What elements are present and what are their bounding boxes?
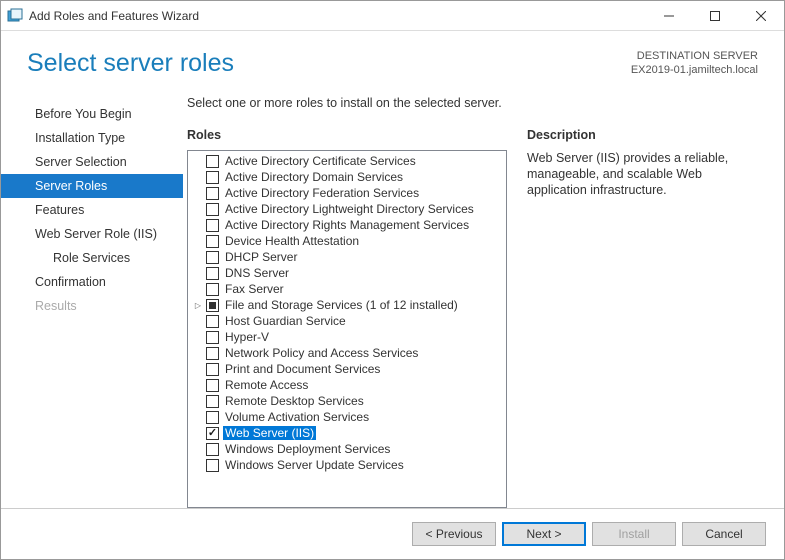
titlebar: Add Roles and Features Wizard (1, 1, 784, 31)
role-checkbox[interactable] (206, 171, 219, 184)
destination-value: EX2019-01.jamiltech.local (631, 63, 758, 77)
role-label: DNS Server (223, 266, 291, 280)
role-row[interactable]: Active Directory Federation Services (192, 185, 506, 201)
role-checkbox[interactable] (206, 363, 219, 376)
role-label: Windows Server Update Services (223, 458, 406, 472)
role-row[interactable]: Host Guardian Service (192, 313, 506, 329)
roles-scroll[interactable]: Active Directory Certificate Services Act… (188, 151, 506, 507)
role-row[interactable]: Fax Server (192, 281, 506, 297)
sidebar-item[interactable]: Features (1, 198, 183, 222)
sidebar-item[interactable]: Role Services (1, 246, 183, 270)
role-checkbox[interactable] (206, 235, 219, 248)
role-row[interactable]: Hyper-V (192, 329, 506, 345)
install-button[interactable]: Install (592, 522, 676, 546)
role-row[interactable]: Print and Document Services (192, 361, 506, 377)
role-checkbox[interactable] (206, 155, 219, 168)
wizard-footer: < Previous Next > Install Cancel (1, 508, 784, 558)
maximize-button[interactable] (692, 1, 738, 31)
role-row[interactable]: DHCP Server (192, 249, 506, 265)
description-heading: Description (527, 128, 762, 142)
role-row[interactable]: Remote Desktop Services (192, 393, 506, 409)
role-row[interactable]: Device Health Attestation (192, 233, 506, 249)
role-checkbox[interactable] (206, 219, 219, 232)
role-label: Device Health Attestation (223, 234, 361, 248)
role-checkbox[interactable] (206, 299, 219, 312)
instruction-text: Select one or more roles to install on t… (187, 96, 778, 110)
role-label: DHCP Server (223, 250, 299, 264)
role-label: Remote Desktop Services (223, 394, 366, 408)
expander-icon[interactable]: ▷ (192, 301, 204, 310)
role-row[interactable]: Windows Server Update Services (192, 457, 506, 473)
minimize-button[interactable] (646, 1, 692, 31)
sidebar-item[interactable]: Before You Begin (1, 102, 183, 126)
window-title: Add Roles and Features Wizard (29, 9, 646, 23)
role-row[interactable]: Active Directory Domain Services (192, 169, 506, 185)
role-label: Remote Access (223, 378, 310, 392)
destination-info: DESTINATION SERVER EX2019-01.jamiltech.l… (631, 49, 758, 78)
role-checkbox[interactable] (206, 427, 219, 440)
page-title: Select server roles (27, 49, 631, 78)
role-label: Network Policy and Access Services (223, 346, 420, 360)
cancel-button[interactable]: Cancel (682, 522, 766, 546)
role-label: Windows Deployment Services (223, 442, 392, 456)
role-row[interactable]: Active Directory Certificate Services (192, 153, 506, 169)
sidebar-item: Results (1, 294, 183, 318)
previous-button[interactable]: < Previous (412, 522, 496, 546)
role-checkbox[interactable] (206, 267, 219, 280)
wizard-header: Select server roles DESTINATION SERVER E… (1, 31, 784, 78)
role-checkbox[interactable] (206, 251, 219, 264)
sidebar-item[interactable]: Server Roles (1, 174, 183, 198)
role-checkbox[interactable] (206, 331, 219, 344)
role-checkbox[interactable] (206, 187, 219, 200)
sidebar-item[interactable]: Installation Type (1, 126, 183, 150)
role-checkbox[interactable] (206, 347, 219, 360)
role-row[interactable]: Web Server (IIS) (192, 425, 506, 441)
role-row[interactable]: DNS Server (192, 265, 506, 281)
sidebar-item[interactable]: Confirmation (1, 270, 183, 294)
role-row[interactable]: Volume Activation Services (192, 409, 506, 425)
wizard-steps-sidebar: Before You BeginInstallation TypeServer … (1, 96, 183, 508)
role-checkbox[interactable] (206, 203, 219, 216)
role-checkbox[interactable] (206, 315, 219, 328)
role-row[interactable]: Active Directory Lightweight Directory S… (192, 201, 506, 217)
role-label: Active Directory Lightweight Directory S… (223, 202, 476, 216)
role-row[interactable]: Windows Deployment Services (192, 441, 506, 457)
roles-heading: Roles (187, 128, 507, 142)
next-button[interactable]: Next > (502, 522, 586, 546)
role-row[interactable]: Remote Access (192, 377, 506, 393)
role-row[interactable]: ▷ File and Storage Services (1 of 12 inst… (192, 297, 506, 313)
role-checkbox[interactable] (206, 395, 219, 408)
role-checkbox[interactable] (206, 459, 219, 472)
role-checkbox[interactable] (206, 443, 219, 456)
app-icon (7, 8, 23, 24)
close-button[interactable] (738, 1, 784, 31)
role-label: Active Directory Domain Services (223, 170, 405, 184)
role-label: Active Directory Federation Services (223, 186, 421, 200)
role-label: Volume Activation Services (223, 410, 371, 424)
role-label: Hyper-V (223, 330, 271, 344)
role-label: Web Server (IIS) (223, 426, 316, 440)
role-row[interactable]: Active Directory Rights Management Servi… (192, 217, 506, 233)
role-label: Fax Server (223, 282, 286, 296)
role-checkbox[interactable] (206, 283, 219, 296)
role-checkbox[interactable] (206, 379, 219, 392)
sidebar-item[interactable]: Server Selection (1, 150, 183, 174)
destination-label: DESTINATION SERVER (631, 49, 758, 63)
sidebar-item[interactable]: Web Server Role (IIS) (1, 222, 183, 246)
role-row[interactable]: Network Policy and Access Services (192, 345, 506, 361)
description-text: Web Server (IIS) provides a reliable, ma… (527, 150, 762, 198)
role-label: Active Directory Rights Management Servi… (223, 218, 471, 232)
role-label: Host Guardian Service (223, 314, 348, 328)
roles-listbox[interactable]: Active Directory Certificate Services Act… (187, 150, 507, 508)
role-label: Print and Document Services (223, 362, 382, 376)
role-checkbox[interactable] (206, 411, 219, 424)
role-label: Active Directory Certificate Services (223, 154, 418, 168)
role-label: File and Storage Services (1 of 12 insta… (223, 298, 460, 312)
